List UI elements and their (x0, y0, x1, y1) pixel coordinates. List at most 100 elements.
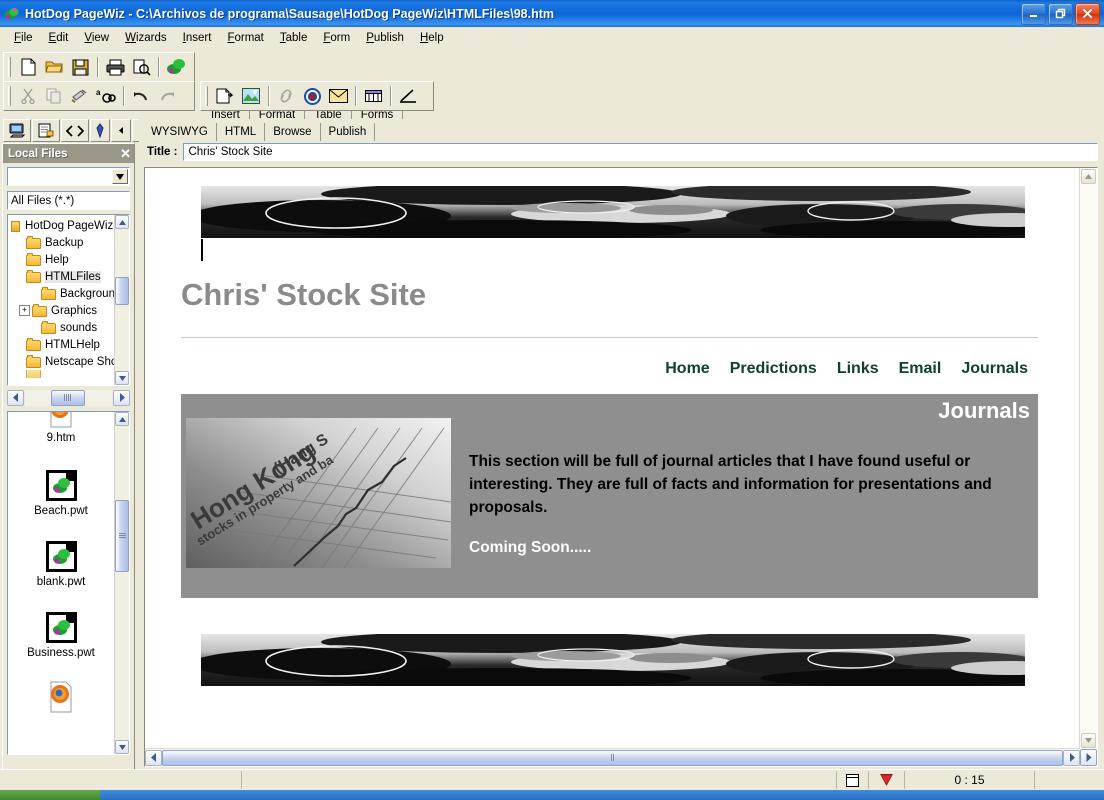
expand-plus-icon[interactable]: + (19, 305, 30, 316)
file-list-vertical-scrollbar[interactable] (114, 412, 129, 754)
close-icon[interactable]: ✕ (120, 147, 131, 160)
menu-edit[interactable]: Edit (41, 30, 77, 46)
print-icon[interactable] (102, 55, 128, 79)
redo-icon[interactable] (154, 84, 180, 108)
scroll-up-arrow-icon[interactable] (115, 412, 129, 426)
folder-tree[interactable]: HotDog PageWiz Backup Help HTMLFiles Bac… (7, 214, 130, 386)
nav-link-email[interactable]: Email (899, 360, 942, 378)
format-painter-icon[interactable] (67, 84, 93, 108)
file-list-scroll-thumb[interactable] (115, 500, 129, 572)
scrollbar-corner-button[interactable] (1080, 749, 1097, 766)
insert-image-icon[interactable] (238, 84, 264, 108)
nav-link-predictions[interactable]: Predictions (730, 360, 817, 378)
tree-scroll-thumb[interactable] (115, 277, 129, 305)
insert-target-icon[interactable] (299, 84, 325, 108)
tree-row[interactable]: Backup (8, 234, 115, 251)
close-button[interactable] (1075, 2, 1100, 25)
pen-icon[interactable] (90, 119, 110, 142)
toolbar-grip-2[interactable] (8, 86, 11, 106)
scroll-up-arrow-icon[interactable] (1081, 169, 1096, 184)
insert-link-icon[interactable] (273, 84, 299, 108)
bottom-banner-image[interactable] (201, 634, 1025, 686)
tree-row-selected[interactable]: HTMLFiles (8, 268, 115, 285)
open-folder-icon[interactable] (41, 55, 67, 79)
save-disk-icon[interactable] (67, 55, 93, 79)
scroll-left-arrow-icon[interactable] (7, 389, 24, 406)
scroll-right-arrow-icon[interactable] (1063, 749, 1080, 766)
tree-row[interactable]: sounds (8, 319, 115, 336)
menu-insert[interactable]: Insert (175, 30, 220, 46)
nav-link-journals[interactable]: Journals (961, 360, 1028, 378)
new-document-icon[interactable] (15, 55, 41, 79)
undo-icon[interactable] (128, 84, 154, 108)
scroll-right-arrow-icon[interactable] (113, 389, 130, 406)
print-preview-icon[interactable] (128, 55, 154, 79)
scroll-down-arrow-icon[interactable] (115, 740, 129, 754)
hotdog-publish-icon[interactable] (163, 55, 189, 79)
tree-horizontal-scrollbar[interactable] (7, 389, 130, 406)
menu-wizards[interactable]: Wizards (117, 30, 175, 46)
start-button[interactable] (0, 790, 100, 800)
list-item[interactable]: blank.pwt (8, 541, 114, 588)
tree-hscroll-thumb[interactable] (51, 389, 85, 406)
menu-help[interactable]: Help (412, 30, 452, 46)
nav-link-home[interactable]: Home (665, 360, 709, 378)
scroll-left-arrow-icon[interactable] (145, 749, 162, 766)
tree-row[interactable]: Help (8, 251, 115, 268)
tab-browse[interactable]: Browse (265, 123, 321, 141)
insert-email-icon[interactable] (325, 84, 351, 108)
chevron-down-icon[interactable] (112, 169, 128, 184)
menu-form[interactable]: Form (315, 30, 358, 46)
tree-row[interactable]: Backgroun (8, 285, 115, 302)
tab-wysiwyg[interactable]: WYSIWYG (143, 123, 217, 141)
menu-publish[interactable]: Publish (358, 30, 412, 46)
scroll-up-arrow-icon[interactable] (115, 215, 129, 229)
canvas-horizontal-scrollbar[interactable] (145, 748, 1080, 766)
tab-publish[interactable]: Publish (320, 123, 376, 141)
tree-row[interactable]: + Graphics (8, 302, 115, 319)
hotdog-status-cell[interactable] (868, 771, 904, 789)
title-input[interactable]: Chris' Stock Site (183, 143, 1098, 161)
tree-hscroll-track[interactable] (25, 389, 112, 406)
nav-link-links[interactable]: Links (837, 360, 879, 378)
insert-table-icon[interactable] (360, 84, 386, 108)
site-view-icon[interactable] (3, 119, 31, 142)
menu-format[interactable]: Format (219, 30, 271, 46)
list-item[interactable]: 9.htm (8, 412, 114, 444)
menu-view[interactable]: View (76, 30, 117, 46)
minimize-button[interactable] (1021, 2, 1046, 25)
insert-line-icon[interactable] (395, 84, 421, 108)
list-item[interactable]: Beach.pwt (8, 470, 114, 517)
scroll-down-arrow-icon[interactable] (115, 371, 129, 385)
drive-select[interactable] (7, 167, 130, 186)
top-banner-image[interactable] (201, 186, 1025, 238)
menu-table[interactable]: Table (272, 30, 316, 46)
toolbar-grip-3[interactable] (205, 86, 208, 106)
list-item[interactable] (8, 681, 114, 713)
file-list[interactable]: 9.htm Beach.pwt blank.pwt Business.pwt (7, 411, 130, 755)
hong-kong-stocks-image[interactable]: Hong Kong stocks in property and ba (Han… (186, 418, 451, 568)
file-properties-icon[interactable] (32, 119, 60, 142)
menu-file[interactable]: FFileile (6, 30, 41, 46)
find-replace-icon[interactable]: a (93, 84, 119, 108)
wysiwyg-canvas[interactable]: Chris' Stock Site Home Predictions Links… (145, 168, 1080, 749)
canvas-vertical-scrollbar[interactable] (1079, 168, 1097, 749)
maximize-restore-button[interactable] (1048, 2, 1073, 25)
insert-page-icon[interactable] (212, 84, 238, 108)
scroll-left-icon[interactable] (111, 119, 131, 142)
canvas-hscroll-thumb[interactable] (162, 749, 1063, 766)
code-view-icon[interactable] (61, 119, 89, 142)
toolbar-grip[interactable] (8, 57, 11, 77)
tree-row-partial[interactable] (8, 370, 115, 378)
window-mode-cell[interactable] (836, 771, 868, 789)
tree-row[interactable]: HotDog PageWiz (8, 217, 115, 234)
tree-row[interactable]: HTMLHelp (8, 336, 115, 353)
scroll-down-arrow-icon[interactable] (1081, 733, 1096, 748)
tree-vertical-scrollbar[interactable] (114, 215, 129, 385)
tab-html[interactable]: HTML (216, 123, 266, 141)
cut-scissors-icon[interactable] (15, 84, 41, 108)
copy-icon[interactable] (41, 84, 67, 108)
canvas-hscroll-track[interactable] (162, 749, 1063, 766)
file-filter-field[interactable]: All Files (*.*) (7, 191, 130, 210)
list-item[interactable]: Business.pwt (8, 612, 114, 659)
